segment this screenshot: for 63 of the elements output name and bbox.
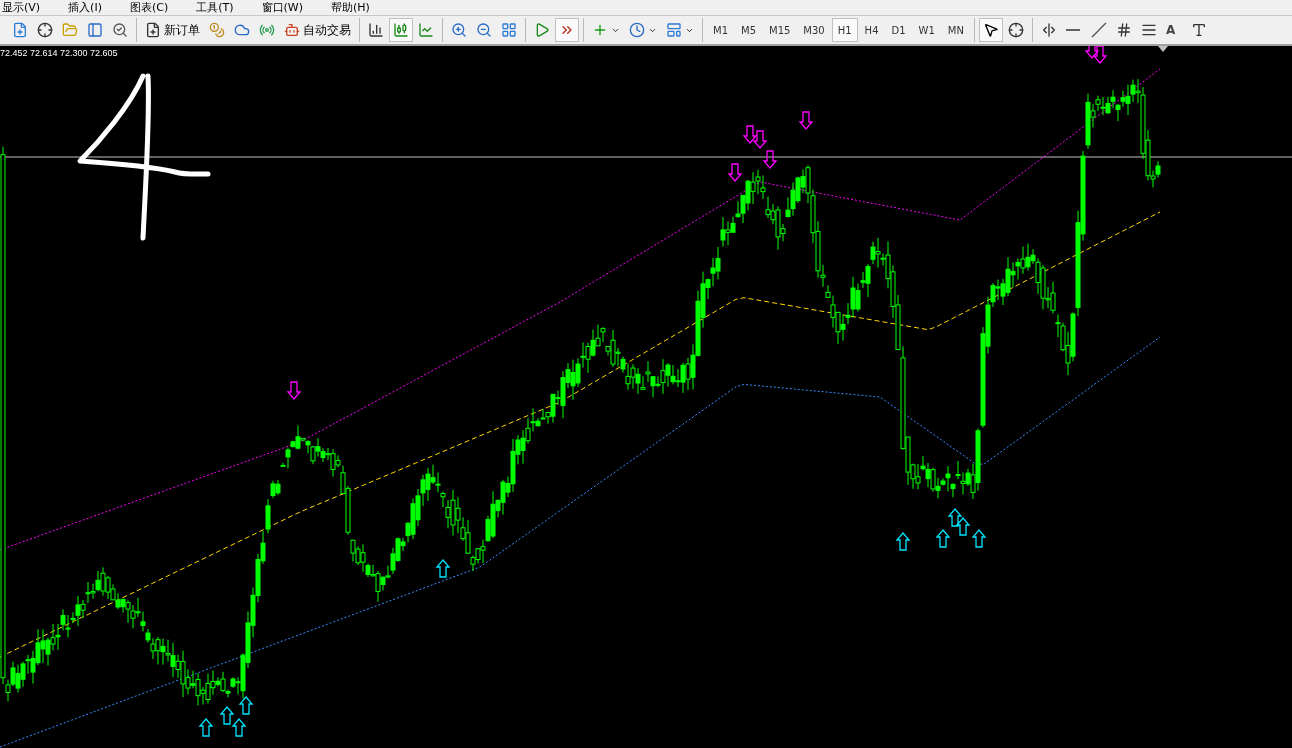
toolbar-button[interactable]: 新订单 [141, 18, 204, 42]
text-tool-button[interactable]: A [1161, 18, 1186, 42]
down-arrow-icon [1092, 46, 1108, 64]
menu-item[interactable]: 插入(I) [68, 1, 102, 14]
timeframe-button[interactable]: M1 [707, 18, 734, 42]
down-arrow-icon [742, 125, 758, 144]
menu-item[interactable]: 图表(C) [129, 1, 169, 14]
toolbar-button[interactable] [978, 18, 1003, 42]
timeframe-button[interactable]: D1 [885, 18, 912, 42]
bar-chart-icon [368, 22, 384, 38]
up-arrow-icon [435, 559, 451, 578]
timeframe-button[interactable]: H4 [858, 18, 885, 42]
coins-icon [209, 22, 225, 38]
timeframe-button[interactable]: H1 [831, 18, 858, 42]
panel-icon [87, 22, 103, 38]
clock-icon [629, 22, 645, 38]
up-arrow-icon [198, 718, 214, 737]
cloud-icon [234, 22, 250, 38]
menu-item[interactable]: 窗口(W) [261, 1, 303, 14]
timeframe-button[interactable]: M30 [797, 18, 831, 42]
up-arrow-icon [935, 529, 951, 548]
text-label-icon [1190, 22, 1207, 38]
crosshair-icon [37, 22, 53, 38]
signal-icon [259, 22, 275, 38]
menu-item[interactable]: 显示(V) [2, 1, 41, 14]
cursor-icon [982, 22, 999, 38]
up-arrow-icon [971, 529, 987, 548]
up-arrow-icon [219, 706, 235, 725]
timeframe-button[interactable]: M15 [763, 18, 797, 42]
horizontal-line-icon [1065, 29, 1080, 31]
up-arrow-icon [895, 532, 911, 551]
down-arrow-icon [798, 111, 814, 130]
menu-item[interactable]: 帮助(H) [331, 1, 370, 14]
robot-icon [284, 22, 300, 38]
up-arrow-icon [955, 517, 971, 536]
trendline-icon [1090, 22, 1107, 38]
down-arrow-icon [1084, 46, 1100, 59]
play-icon [534, 22, 550, 38]
down-arrow-icon [762, 150, 778, 169]
down-arrow-icon [752, 130, 768, 149]
lines-icon [1140, 22, 1157, 38]
zoom-out-icon [476, 22, 492, 38]
zoom-icon [112, 22, 128, 38]
folder-icon [62, 22, 78, 38]
plus-icon [592, 22, 608, 38]
zoom-in-icon [451, 22, 467, 38]
crosshair-icon [1007, 22, 1024, 38]
toolbar-button[interactable]: 自动交易 [280, 18, 355, 42]
timeframe-button[interactable]: W1 [912, 18, 941, 42]
up-arrow-icon [238, 696, 254, 715]
timeframe-button[interactable]: MN [941, 18, 970, 42]
ohlc-readout: 72.452 72.614 72.300 72.605 [0, 48, 118, 58]
up-arrow-icon [947, 508, 963, 527]
template-icon [666, 22, 682, 38]
down-arrow-icon [727, 163, 743, 182]
candlestick-icon [393, 22, 409, 38]
line-chart-icon [418, 22, 434, 38]
grid-icon [501, 22, 517, 38]
down-arrow-icon [286, 381, 302, 400]
up-arrow-icon [231, 718, 247, 737]
timeframe-button[interactable]: M5 [735, 18, 762, 42]
menu-item[interactable]: 工具(T) [196, 1, 234, 14]
document-plus-icon [145, 22, 161, 38]
